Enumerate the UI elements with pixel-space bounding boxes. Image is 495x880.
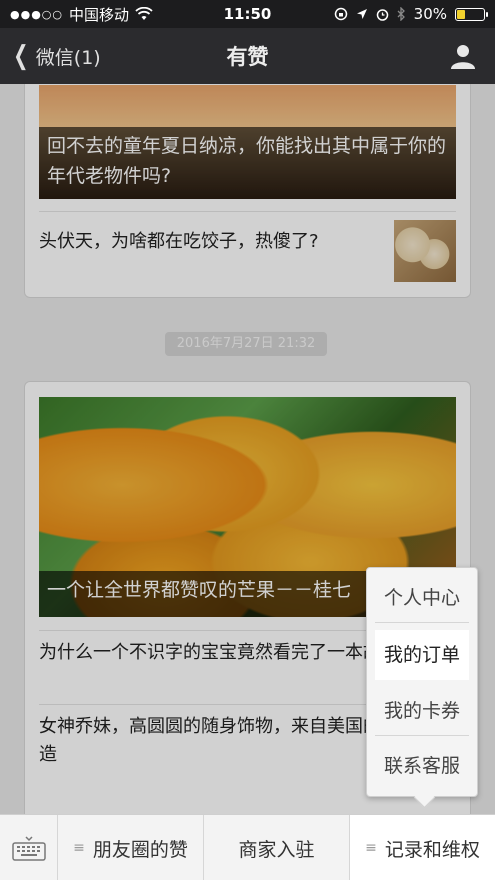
article-card: 回不去的童年夏日纳凉，你能找出其中属于你的年代老物件吗? 头伏天，为啥都在吃饺子…: [24, 84, 471, 298]
submenu-item-personal-center[interactable]: 个人中心: [375, 573, 469, 623]
article-list-item[interactable]: 头伏天，为啥都在吃饺子，热傻了?: [39, 211, 456, 282]
menu-tab-label: 记录和维权: [384, 838, 480, 861]
menu-lines-icon: ≡: [365, 840, 377, 856]
keyboard-toggle-button[interactable]: [0, 815, 58, 880]
bluetooth-icon: [397, 7, 405, 21]
back-label: 微信(1): [35, 46, 101, 69]
menu-tab-records-rights[interactable]: ≡ 记录和维权: [350, 815, 495, 880]
battery-percent: 30%: [413, 5, 447, 23]
wifi-icon: [135, 7, 153, 20]
bottom-menu-bar: ≡ 朋友圈的赞 商家入驻 ≡ 记录和维权: [0, 814, 495, 880]
navigation-bar: ❮ 微信(1) 有赞: [0, 28, 495, 84]
alarm-icon: [376, 8, 388, 21]
article-thumbnail: [394, 220, 456, 282]
article-title: 头伏天，为啥都在吃饺子，热傻了?: [39, 231, 319, 252]
submenu-item-my-coupons[interactable]: 我的卡券: [375, 686, 469, 736]
keyboard-icon: [11, 836, 46, 861]
submenu-item-my-orders[interactable]: 我的订单: [375, 630, 469, 680]
menu-tab-label: 商家入驻: [238, 838, 315, 861]
signal-strength: ●●●○○: [10, 7, 63, 21]
menu-tab-label: 朋友圈的赞: [92, 838, 188, 861]
user-profile-icon[interactable]: [449, 42, 477, 70]
article-hero[interactable]: 回不去的童年夏日纳凉，你能找出其中属于你的年代老物件吗?: [39, 85, 456, 199]
submenu-item-contact-service[interactable]: 联系客服: [375, 741, 469, 791]
chevron-left-icon: ❮: [13, 41, 29, 71]
back-button[interactable]: ❮ 微信(1): [0, 41, 101, 71]
message-timestamp: 2016年7月27日 21:32: [165, 332, 327, 356]
menu-tab-merchant-join[interactable]: 商家入驻: [204, 815, 350, 880]
carrier-name: 中国移动: [69, 5, 130, 24]
status-bar: ●●●○○ 中国移动 11:50 30%: [0, 0, 495, 28]
menu-lines-icon: ≡: [73, 840, 85, 856]
submenu-popup: 个人中心 我的订单 我的卡券 联系客服: [366, 567, 478, 797]
article-hero-title: 回不去的童年夏日纳凉，你能找出其中属于你的年代老物件吗?: [39, 127, 456, 199]
menu-tab-friend-likes[interactable]: ≡ 朋友圈的赞: [58, 815, 204, 880]
battery-icon: [455, 7, 488, 21]
location-icon: [356, 9, 367, 19]
orientation-lock-icon: [334, 7, 347, 21]
